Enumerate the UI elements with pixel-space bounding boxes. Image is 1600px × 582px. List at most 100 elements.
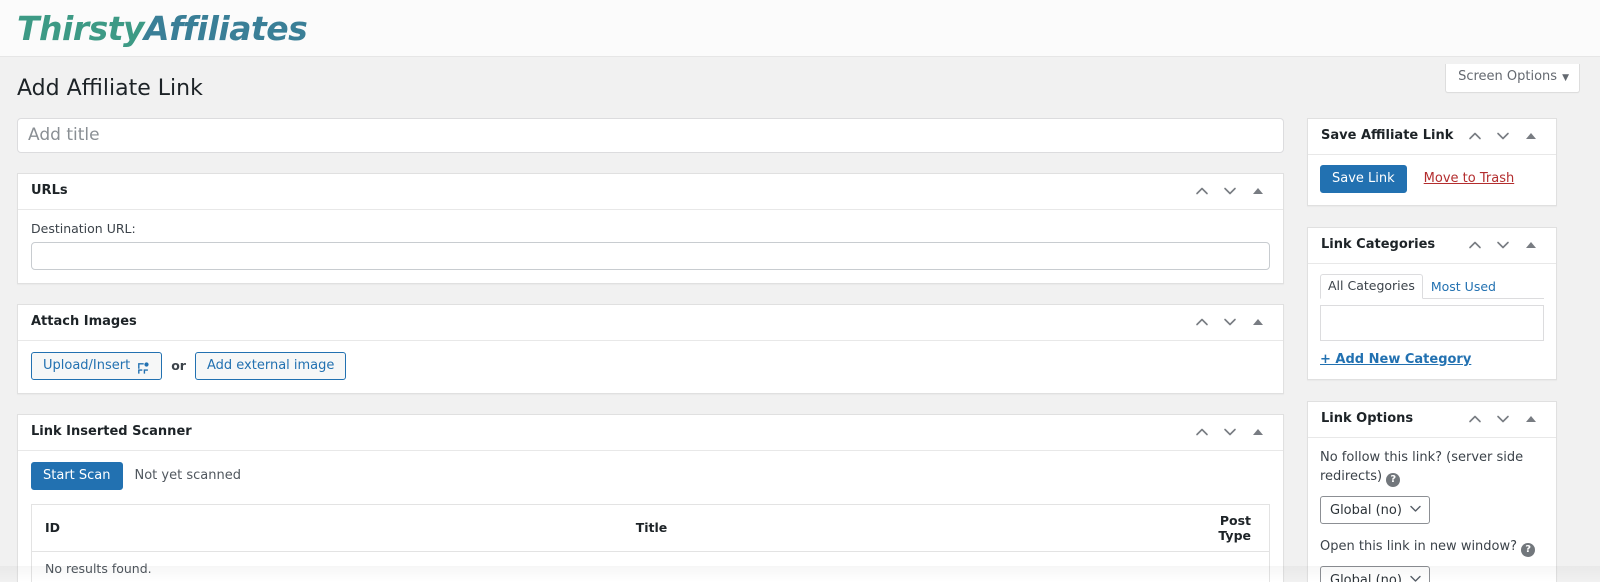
newwindow-option-text: Open this link in new window? bbox=[1320, 539, 1518, 555]
chevron-down-icon[interactable] bbox=[1490, 123, 1516, 149]
panel-link-inserted-scanner: Link Inserted Scanner Start Scan Not yet… bbox=[17, 413, 1284, 582]
panel-options-body: No follow this link? (server side redire… bbox=[1308, 438, 1556, 582]
help-icon[interactable]: ? bbox=[1521, 543, 1536, 558]
help-icon[interactable]: ? bbox=[1386, 473, 1401, 488]
start-scan-button[interactable]: Start Scan bbox=[31, 461, 123, 490]
scan-results-header-row: ID Title Post Type bbox=[31, 504, 1270, 552]
table-row: No results found. bbox=[31, 551, 1270, 582]
panel-categories-body: All Categories Most Used + Add New Categ… bbox=[1308, 264, 1556, 379]
triangle-toggle-icon[interactable] bbox=[1245, 178, 1271, 204]
panel-scanner-header[interactable]: Link Inserted Scanner bbox=[18, 415, 1283, 451]
tab-all-categories[interactable]: All Categories bbox=[1320, 273, 1423, 299]
chevron-down-icon[interactable] bbox=[1490, 232, 1516, 258]
panel-save-header[interactable]: Save Affiliate Link bbox=[1308, 119, 1556, 155]
panel-attach-images-body: Upload/Insert or Add external image bbox=[18, 341, 1283, 393]
add-external-image-label: Add external image bbox=[206, 357, 335, 373]
save-box: Save Affiliate Link Save Link Move to Tr… bbox=[1307, 117, 1557, 206]
chevron-up-icon[interactable] bbox=[1189, 419, 1215, 445]
panel-scanner-handle-actions bbox=[1189, 419, 1271, 445]
chevron-down-icon[interactable] bbox=[1217, 178, 1243, 204]
column-header-title: Title bbox=[625, 504, 1196, 552]
panel-attach-images-title: Attach Images bbox=[31, 314, 137, 329]
screen-options-wrap: Screen Options ▼ bbox=[1445, 64, 1580, 93]
empty-results-message: No results found. bbox=[31, 551, 1270, 582]
brand-bar: ThirstyAffiliates bbox=[0, 0, 1600, 57]
triangle-toggle-icon[interactable] bbox=[1245, 419, 1271, 445]
nofollow-select[interactable]: Global (no) bbox=[1320, 496, 1430, 525]
logo-part-affiliates: Affiliates bbox=[144, 8, 308, 48]
content-columns: URLs Destination URL: bbox=[17, 117, 1580, 582]
panel-scanner-body: Start Scan Not yet scanned ID Title Post… bbox=[18, 451, 1283, 582]
panel-save-title: Save Affiliate Link bbox=[1321, 128, 1454, 143]
post-title-input[interactable] bbox=[17, 117, 1284, 153]
panel-urls-header[interactable]: URLs bbox=[18, 174, 1283, 210]
scan-results-head: ID Title Post Type bbox=[31, 504, 1270, 552]
page-body: Screen Options ▼ Add Affiliate Link URLs bbox=[0, 57, 1600, 582]
chevron-down-icon[interactable] bbox=[1217, 419, 1243, 445]
scan-results-table: ID Title Post Type No results found. bbox=[31, 503, 1270, 582]
upload-insert-button[interactable]: Upload/Insert bbox=[31, 351, 163, 380]
app-logo: ThirstyAffiliates bbox=[17, 8, 308, 48]
or-separator-label: or bbox=[171, 358, 186, 374]
panel-urls-body: Destination URL: bbox=[18, 210, 1283, 283]
panel-save-handle-actions bbox=[1462, 123, 1544, 149]
nofollow-option-label: No follow this link? (server side redire… bbox=[1320, 448, 1544, 488]
category-list-box[interactable] bbox=[1320, 304, 1544, 341]
chevron-down-icon bbox=[1410, 575, 1421, 582]
chevron-up-icon[interactable] bbox=[1189, 309, 1215, 335]
newwindow-select-value: Global (no) bbox=[1330, 572, 1402, 582]
chevron-down-icon: ▼ bbox=[1562, 73, 1569, 83]
destination-url-label: Destination URL: bbox=[31, 220, 136, 236]
move-to-trash-link[interactable]: Move to Trash bbox=[1424, 171, 1515, 186]
panel-urls-handle-actions bbox=[1189, 178, 1271, 204]
scan-status-text: Not yet scanned bbox=[134, 468, 241, 484]
panel-urls: URLs Destination URL: bbox=[17, 172, 1284, 284]
chevron-down-icon[interactable] bbox=[1490, 406, 1516, 432]
panel-save-affiliate-link: Save Affiliate Link Save Link Move to Tr… bbox=[1307, 117, 1557, 206]
upload-insert-label: Upload/Insert bbox=[43, 357, 131, 373]
triangle-toggle-icon[interactable] bbox=[1518, 406, 1544, 432]
panel-attach-images-handle-actions bbox=[1189, 309, 1271, 335]
add-new-category-link[interactable]: + Add New Category bbox=[1320, 352, 1471, 367]
screen-options-button[interactable]: Screen Options ▼ bbox=[1445, 64, 1580, 93]
panel-link-options: Link Options No follow this link? (serve… bbox=[1307, 400, 1557, 582]
logo-part-thirsty: Thirsty bbox=[17, 8, 145, 48]
newwindow-select[interactable]: Global (no) bbox=[1320, 566, 1430, 582]
panel-save-body: Save Link Move to Trash bbox=[1308, 155, 1556, 205]
panel-scanner-title: Link Inserted Scanner bbox=[31, 424, 192, 439]
screen-options-label: Screen Options bbox=[1458, 69, 1558, 84]
nofollow-select-value: Global (no) bbox=[1330, 502, 1402, 518]
chevron-down-icon[interactable] bbox=[1217, 309, 1243, 335]
panel-link-categories: Link Categories All Categories Most Used… bbox=[1307, 226, 1557, 380]
category-tabs: All Categories Most Used bbox=[1320, 273, 1544, 299]
panel-options-handle-actions bbox=[1462, 406, 1544, 432]
sidebar-column: Save Affiliate Link Save Link Move to Tr… bbox=[1307, 117, 1557, 582]
add-media-icon bbox=[136, 359, 150, 374]
panel-attach-images-header[interactable]: Attach Images bbox=[18, 305, 1283, 341]
chevron-up-icon[interactable] bbox=[1189, 178, 1215, 204]
chevron-up-icon[interactable] bbox=[1462, 232, 1488, 258]
panel-categories-header[interactable]: Link Categories bbox=[1308, 228, 1556, 264]
destination-url-input[interactable] bbox=[31, 241, 1270, 270]
page-title: Add Affiliate Link bbox=[17, 76, 203, 101]
newwindow-option-label: Open this link in new window? ? bbox=[1320, 537, 1544, 558]
triangle-toggle-icon[interactable] bbox=[1518, 232, 1544, 258]
chevron-up-icon[interactable] bbox=[1462, 406, 1488, 432]
scan-results-body: No results found. bbox=[31, 551, 1270, 582]
panel-categories-title: Link Categories bbox=[1321, 237, 1436, 252]
triangle-toggle-icon[interactable] bbox=[1245, 309, 1271, 335]
save-link-button[interactable]: Save Link bbox=[1320, 164, 1407, 193]
chevron-up-icon[interactable] bbox=[1462, 123, 1488, 149]
scan-controls-row: Start Scan Not yet scanned bbox=[31, 461, 1270, 490]
options-box: Link Options No follow this link? (serve… bbox=[1307, 400, 1557, 582]
column-header-id: ID bbox=[31, 504, 626, 552]
main-column: URLs Destination URL: bbox=[17, 117, 1284, 582]
chevron-down-icon bbox=[1410, 505, 1421, 516]
nofollow-option-text: No follow this link? (server side redire… bbox=[1320, 449, 1524, 485]
column-header-post-type: Post Type bbox=[1195, 504, 1270, 552]
add-external-image-button[interactable]: Add external image bbox=[194, 351, 347, 380]
panel-options-header[interactable]: Link Options bbox=[1308, 402, 1556, 438]
tab-most-used[interactable]: Most Used bbox=[1423, 275, 1504, 299]
triangle-toggle-icon[interactable] bbox=[1518, 123, 1544, 149]
panel-urls-title: URLs bbox=[31, 183, 68, 198]
